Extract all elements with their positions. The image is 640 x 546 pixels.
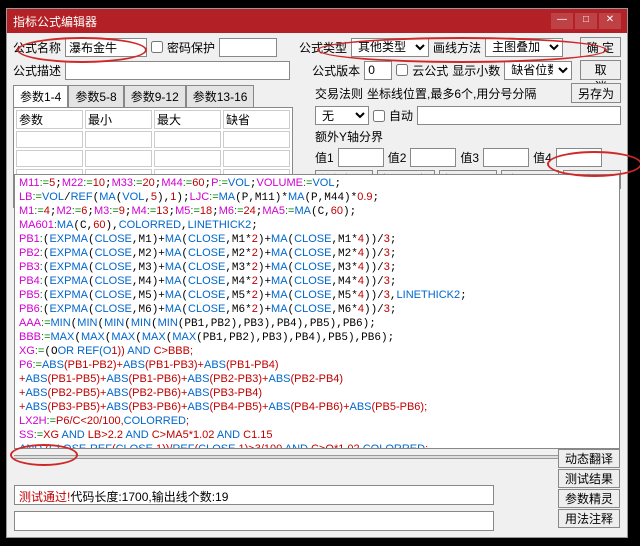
y1-input[interactable]	[338, 148, 384, 167]
minimize-button[interactable]: —	[551, 13, 573, 29]
editor-window: 指标公式编辑器 — □ ✕ 公式名称 密码保护 公式类型 其他类型 画线方法 主…	[6, 8, 628, 538]
splitter[interactable]	[14, 455, 620, 459]
result-button[interactable]: 测试结果	[558, 469, 620, 488]
output-panel	[14, 511, 494, 531]
status-bar: 测试通过!代码长度:1700,输出线个数:19	[14, 485, 494, 505]
password-checkbox[interactable]	[151, 41, 163, 53]
compile-button[interactable]: 动态翻译	[558, 449, 620, 468]
saveas-button[interactable]: 另存为	[571, 83, 621, 103]
type-label: 公式类型	[299, 39, 347, 56]
cancel-button[interactable]: 取 消	[580, 60, 621, 80]
decimal-select[interactable]: 缺省位数	[504, 61, 572, 80]
auto-checkbox[interactable]	[373, 110, 385, 122]
formula-name-input[interactable]	[65, 38, 147, 57]
draw-label: 画线方法	[433, 39, 481, 56]
password-label: 密码保护	[167, 39, 215, 56]
table-row	[16, 150, 290, 167]
test-pass-text: 测试通过!	[19, 490, 70, 504]
formula-type-select[interactable]: 其他类型	[351, 38, 429, 57]
y4-input[interactable]	[556, 148, 602, 167]
coord-input[interactable]	[417, 106, 621, 125]
cloud-label: 云公式	[412, 62, 448, 79]
auto-label: 自动	[389, 107, 413, 124]
table-row	[16, 131, 290, 148]
tab-params-1-4[interactable]: 参数1-4	[13, 85, 68, 107]
coord-label: 坐标线位置,最多6个,用分号分隔	[367, 85, 567, 102]
close-button[interactable]: ✕	[599, 13, 621, 29]
status-text: 代码长度:1700,输出线个数:19	[70, 490, 228, 504]
password-input[interactable]	[219, 38, 277, 57]
dec-label: 显示小数	[452, 62, 500, 79]
tab-params-9-12[interactable]: 参数9-12	[124, 85, 186, 107]
yaxis-label: 额外Y轴分界	[315, 128, 383, 145]
cloud-checkbox[interactable]	[396, 64, 408, 76]
ver-label: 公式版本	[312, 62, 360, 79]
desc-input[interactable]	[65, 61, 290, 80]
version-input[interactable]	[364, 61, 392, 80]
titlebar: 指标公式编辑器 — □ ✕	[7, 9, 627, 33]
window-title: 指标公式编辑器	[13, 13, 551, 30]
ok-button[interactable]: 确 定	[580, 37, 621, 57]
wizard-button[interactable]: 参数精灵	[558, 489, 620, 508]
draw-method-select[interactable]: 主图叠加	[485, 38, 563, 57]
rule-select[interactable]: 无	[315, 106, 369, 125]
rule-label: 交易法则	[315, 85, 363, 102]
tab-params-13-16[interactable]: 参数13-16	[186, 85, 255, 107]
code-editor[interactable]: M11:=5;M22:=10;M33:=20;M44:=60;P:=VOL;VO…	[14, 174, 620, 449]
maximize-button[interactable]: □	[575, 13, 597, 29]
y2-input[interactable]	[410, 148, 456, 167]
tab-params-5-8[interactable]: 参数5-8	[68, 85, 123, 107]
comment-button[interactable]: 用法注释	[558, 509, 620, 528]
desc-label: 公式描述	[13, 62, 61, 79]
y3-input[interactable]	[483, 148, 529, 167]
name-label: 公式名称	[13, 39, 61, 56]
